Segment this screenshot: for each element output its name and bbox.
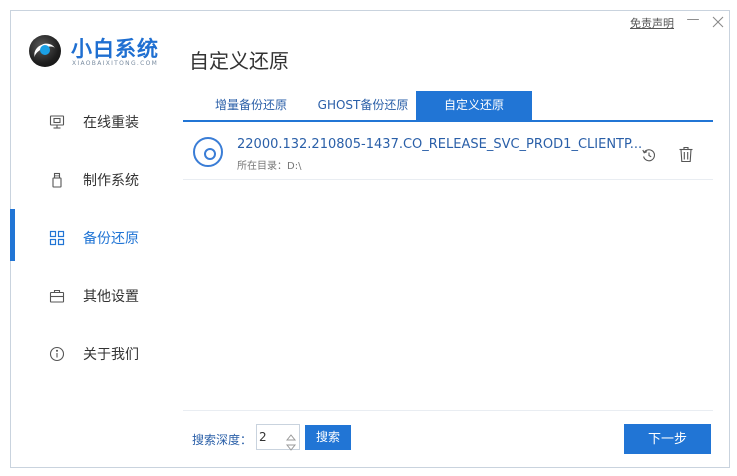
close-icon	[712, 16, 724, 28]
app-window: 小白系统 XIAOBAIXITONG.COM 在线重装 制作系统 备份还原 其他…	[10, 10, 730, 468]
trash-icon	[679, 146, 693, 163]
briefcase-icon	[49, 288, 65, 304]
search-depth-label: 搜索深度：	[192, 433, 253, 447]
logo-title: 小白系统	[71, 37, 159, 61]
minimize-button[interactable]: —	[686, 13, 700, 27]
search-button[interactable]: 搜索	[305, 425, 351, 450]
image-path: 所在目录：D:\	[237, 161, 302, 172]
stepper-up-button[interactable]	[285, 427, 297, 441]
sidebar-item-other-settings[interactable]: 其他设置	[11, 267, 173, 325]
search-depth-input[interactable]	[259, 425, 283, 449]
next-step-button[interactable]: 下一步	[624, 424, 711, 454]
app-logo: 小白系统 XIAOBAIXITONG.COM	[29, 31, 179, 75]
sidebar-nav: 在线重装 制作系统 备份还原 其他设置 关于我们	[10, 93, 173, 383]
tab-custom-restore[interactable]: 自定义还原	[416, 91, 532, 120]
tab-incremental-restore[interactable]: 增量备份还原	[191, 91, 311, 120]
restore-icon	[642, 149, 655, 162]
usb-drive-icon	[49, 172, 65, 188]
sidebar-item-online-reinstall[interactable]: 在线重装	[11, 93, 173, 151]
logo-subtitle: XIAOBAIXITONG.COM	[72, 60, 159, 67]
sidebar-item-make-system[interactable]: 制作系统	[11, 151, 173, 209]
logo-icon	[29, 35, 61, 67]
image-name: 22000.132.210805-1437.CO_RELEASE_SVC_PRO…	[237, 137, 643, 152]
sidebar-item-about-us[interactable]: 关于我们	[11, 325, 173, 383]
restore-button[interactable]	[641, 147, 657, 163]
tab-ghost-restore[interactable]: GHOST备份还原	[311, 91, 415, 120]
restore-list: 22000.132.210805-1437.CO_RELEASE_SVC_PRO…	[183, 123, 713, 180]
sidebar-item-label: 在线重装	[83, 115, 139, 131]
list-item[interactable]: 22000.132.210805-1437.CO_RELEASE_SVC_PRO…	[183, 123, 713, 180]
sidebar-item-backup-restore[interactable]: 备份还原	[10, 209, 173, 267]
sidebar-item-label: 备份还原	[83, 231, 139, 247]
tab-bar: 增量备份还原 GHOST备份还原 自定义还原	[183, 91, 713, 122]
disc-icon	[193, 137, 223, 167]
disclaimer-link[interactable]: 免责声明	[630, 15, 674, 31]
caret-down-icon	[285, 444, 297, 451]
minimize-icon: —	[686, 12, 700, 27]
info-icon	[49, 346, 65, 362]
footer-divider	[183, 410, 713, 411]
sidebar: 小白系统 XIAOBAIXITONG.COM 在线重装 制作系统 备份还原 其他…	[10, 11, 173, 467]
sidebar-item-label: 关于我们	[83, 347, 139, 363]
delete-button[interactable]	[678, 146, 694, 163]
monitor-icon	[49, 114, 65, 130]
sidebar-item-label: 其他设置	[83, 289, 139, 305]
search-depth-stepper[interactable]	[256, 424, 300, 451]
page-title: 自定义还原	[189, 49, 289, 73]
close-button[interactable]	[711, 14, 725, 28]
sidebar-item-label: 制作系统	[83, 173, 139, 189]
grid-icon	[49, 230, 65, 246]
stepper-down-button[interactable]	[285, 438, 297, 451]
